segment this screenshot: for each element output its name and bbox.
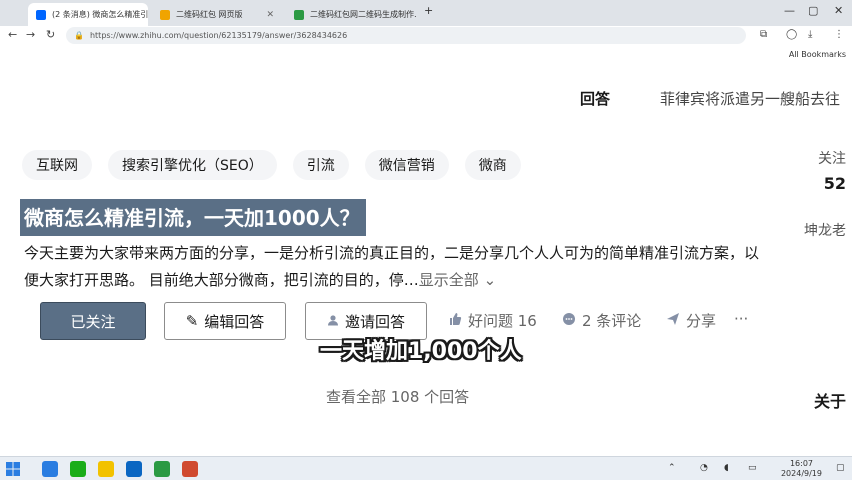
windows-taskbar: ⌃ ◔ ◖ ▭ 16:07 2024/9/19 ▢: [0, 456, 852, 480]
browser-tab[interactable]: 二维码红包网二维码生成制作… ✕: [286, 3, 416, 26]
reload-icon[interactable]: ↻: [46, 28, 55, 41]
comment-icon: [562, 312, 576, 330]
network-icon[interactable]: ◔: [700, 463, 708, 473]
browser-tab-strip: (2 条消息) 微商怎么精准引流… ✕ 二维码红包 网页版 ✕ 二维码红包网二维…: [0, 0, 852, 26]
taskbar-clock[interactable]: 16:07 2024/9/19: [781, 459, 822, 479]
url-text: https://www.zhihu.com/question/62135179/…: [89, 31, 348, 40]
clock-date: 2024/9/19: [780, 469, 822, 478]
taskbar-app-icon[interactable]: [70, 461, 86, 477]
good-question-button[interactable]: 好问题 16: [448, 310, 537, 331]
sticky-header-label: 回答: [580, 90, 611, 108]
edit-answer-button[interactable]: ✎ 编辑回答: [164, 302, 286, 340]
minimize-button[interactable]: —: [784, 4, 795, 17]
topic-tag[interactable]: 互联网: [22, 150, 92, 180]
page-favicon-icon: [294, 9, 304, 20]
question-title: 微商怎么精准引流，一天加1000人？: [20, 199, 366, 236]
close-tab-icon[interactable]: ✕: [260, 10, 274, 20]
pencil-icon: ✎: [185, 312, 199, 330]
taskbar-app-icon[interactable]: [42, 461, 58, 477]
invite-user-icon: [327, 312, 339, 330]
invite-answer-label: 邀请回答: [344, 312, 405, 331]
close-window-button[interactable]: ✕: [834, 4, 843, 17]
topic-tag[interactable]: 引流: [292, 150, 349, 180]
question-excerpt: 今天主要为大家带来两方面的分享，一是分析引流的真正目的，二是分享几个人人可为的简…: [24, 240, 764, 294]
tab-label: (2 条消息) 微商怎么精准引流…: [52, 10, 148, 19]
follow-button[interactable]: 已关注: [40, 302, 146, 340]
sidebar-author-name[interactable]: 坤龙老: [804, 220, 846, 240]
taskbar-app-icon[interactable]: [126, 461, 142, 477]
sidebar-follow-label: 关注: [818, 151, 846, 167]
profile-icon[interactable]: ◯: [786, 29, 797, 40]
sidebar-follow-count: 52: [823, 174, 846, 193]
address-bar[interactable]: 🔒 https://www.zhihu.com/question/6213517…: [66, 27, 746, 44]
browser-toolbar: ← → ↻ 🔒 https://www.zhihu.com/question/6…: [0, 26, 852, 46]
share-button[interactable]: 分享: [666, 310, 716, 331]
chevron-down-icon: ⌄: [483, 271, 497, 289]
topic-tag[interactable]: 搜索引擎优化（SEO）: [108, 150, 277, 180]
taskbar-app-icon[interactable]: [154, 461, 170, 477]
back-arrow-icon[interactable]: ←: [8, 28, 17, 41]
edit-answer-label: 编辑回答: [204, 312, 265, 331]
new-tab-button[interactable]: +: [424, 4, 433, 17]
download-icon[interactable]: ⤓: [808, 29, 812, 40]
paper-plane-icon: [666, 312, 680, 330]
view-all-answers-link[interactable]: 查看全部 108 个回答: [326, 386, 469, 407]
comments-button[interactable]: 2 条评论: [562, 310, 641, 331]
browser-tab[interactable]: 二维码红包 网页版 ✕: [152, 3, 282, 26]
all-bookmarks-button[interactable]: All Bookmarks: [789, 50, 846, 59]
tab-label: 二维码红包网二维码生成制作…: [310, 10, 416, 19]
tray-chevron-icon[interactable]: ⌃: [668, 463, 676, 473]
topic-tags: 互联网 搜索引擎优化（SEO） 引流 微信营销 微商: [22, 150, 521, 180]
maximize-button[interactable]: ▢: [808, 4, 818, 17]
lock-icon: 🔒: [74, 31, 84, 40]
forward-arrow-icon[interactable]: →: [26, 28, 35, 41]
show-all-link[interactable]: 显示全部 ⌄: [419, 271, 496, 289]
show-all-label: 显示全部: [418, 271, 479, 289]
share-label: 分享: [686, 312, 717, 330]
browser-tab-active[interactable]: (2 条消息) 微商怎么精准引流… ✕: [28, 3, 148, 26]
extensions-icon[interactable]: ⧉: [760, 29, 767, 40]
notification-icon[interactable]: ▢: [836, 463, 845, 473]
volume-icon[interactable]: ◖: [724, 463, 729, 473]
page-content: 回答 菲律宾将派遣另一艘船去往 关注 52 坤龙老 关于 互联网 搜索引擎优化（…: [0, 66, 852, 456]
clock-time: 16:07: [789, 459, 814, 468]
more-options-button[interactable]: ···: [734, 310, 748, 328]
video-subtitle-caption: 一天增加1,000个人: [320, 339, 522, 364]
topic-tag[interactable]: 微信营销: [364, 150, 449, 180]
tab-label: 二维码红包 网页版: [176, 10, 243, 19]
good-question-label: 好问题 16: [468, 312, 537, 330]
topic-tag[interactable]: 微商: [464, 150, 521, 180]
excerpt-text: 今天主要为大家带来两方面的分享，一是分析引流的真正目的，二是分享几个人人可为的简…: [24, 244, 760, 289]
bookmarks-bar: All Bookmarks: [0, 46, 852, 66]
sidebar-related-heading: 关于: [813, 392, 846, 411]
zhihu-favicon-icon: [36, 9, 46, 20]
taskbar-app-icon[interactable]: [98, 461, 114, 477]
windows-start-icon[interactable]: [6, 461, 22, 477]
page-favicon-icon: [160, 9, 170, 20]
comments-label: 2 条评论: [582, 312, 642, 330]
menu-icon[interactable]: ⋮: [834, 29, 844, 40]
sticky-header-question[interactable]: 菲律宾将派遣另一艘船去往: [660, 88, 840, 109]
taskbar-app-icon[interactable]: [182, 461, 198, 477]
thumbs-up-icon: [448, 312, 462, 330]
battery-icon[interactable]: ▭: [748, 463, 757, 473]
